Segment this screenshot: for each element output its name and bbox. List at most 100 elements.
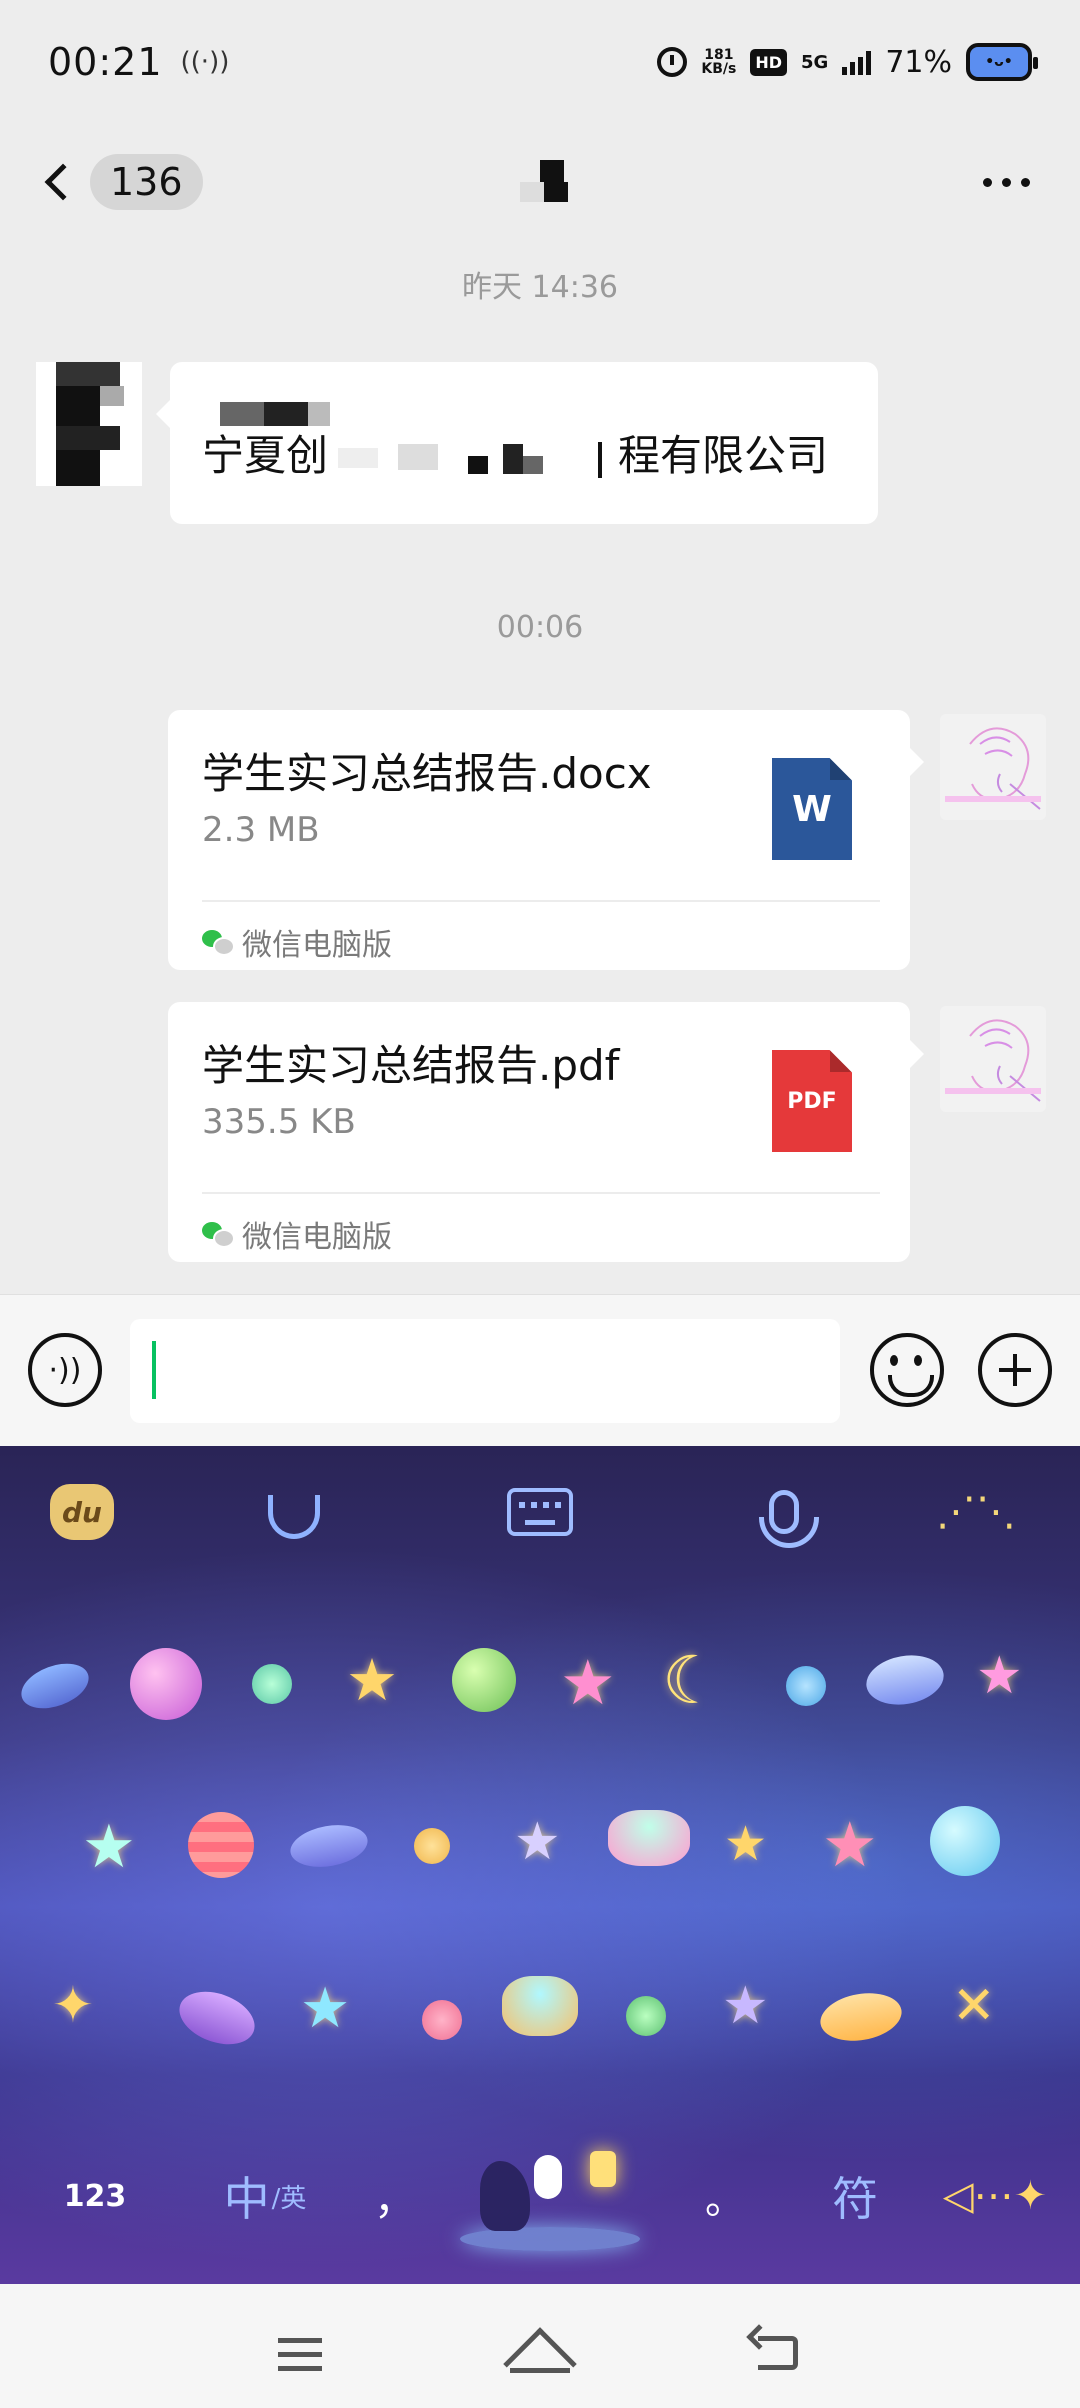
star-sticker[interactable]: ★ bbox=[346, 1646, 398, 1714]
pdf-doc-icon: PDF bbox=[772, 1050, 852, 1152]
key-language-switch[interactable]: 中 /英 bbox=[210, 2156, 320, 2236]
star-sticker[interactable]: ★ bbox=[300, 1976, 350, 2041]
key-lang-sub: /英 bbox=[271, 2183, 307, 2214]
my-avatar[interactable] bbox=[940, 1006, 1046, 1112]
emoji-button[interactable] bbox=[870, 1333, 944, 1407]
keyboard-emoji-button[interactable] bbox=[258, 1476, 330, 1548]
nav-menu-button[interactable] bbox=[260, 2324, 340, 2384]
message-input-bar: ·)) bbox=[0, 1294, 1080, 1446]
file-message-card[interactable]: 学生实习总结报告.pdf 335.5 KB PDF 微信电脑版 bbox=[168, 1002, 924, 1262]
system-nav-bar bbox=[0, 2284, 1080, 2408]
star-sticker[interactable]: ★ bbox=[514, 1812, 561, 1872]
planet-sticker[interactable] bbox=[626, 1996, 666, 2036]
keyboard-skin-button[interactable]: ⋰⋱ bbox=[936, 1476, 1016, 1548]
planet-sticker[interactable] bbox=[287, 1819, 371, 1873]
planet-sticker[interactable] bbox=[816, 1987, 906, 2047]
net-speed-unit: KB/s bbox=[701, 61, 737, 77]
planet-sticker[interactable] bbox=[414, 1828, 450, 1864]
keyboard-bottom-row: 123 中 /英 ， 。 符 ◁⋯✦ bbox=[0, 2126, 1080, 2284]
space-key-illustration bbox=[450, 2141, 650, 2251]
keyboard-voice-button[interactable] bbox=[748, 1476, 820, 1548]
message-text-end: 程有限公司 bbox=[618, 431, 829, 480]
key-delete[interactable]: ◁⋯✦ bbox=[940, 2156, 1050, 2236]
file-source: 微信电脑版 bbox=[202, 1212, 392, 1256]
message-timestamp: 00:06 bbox=[496, 610, 584, 645]
status-time: 00:21 bbox=[48, 40, 163, 84]
planet-sticker[interactable] bbox=[862, 1649, 948, 1711]
net-speed: 181 KB/s bbox=[701, 48, 736, 76]
key-comma[interactable]: ， bbox=[360, 2156, 430, 2236]
keyboard-switch-button[interactable] bbox=[504, 1476, 576, 1548]
microphone-icon bbox=[759, 1490, 819, 1548]
delete-constellation-icon: ◁⋯✦ bbox=[942, 2173, 1048, 2219]
message-input[interactable] bbox=[130, 1319, 840, 1423]
keyboard-logo-button[interactable]: du bbox=[46, 1476, 118, 1548]
message-timestamp: 昨天 14:36 bbox=[462, 270, 618, 305]
planet-sticker[interactable] bbox=[422, 2000, 462, 2040]
planet-sticker[interactable] bbox=[452, 1648, 516, 1712]
sticker-grid: ★ ★ ☾ ★ ★ ★ ★ ★ ✦ ★ ★ ✕ bbox=[0, 1576, 1080, 2096]
back-button[interactable]: 136 bbox=[40, 154, 203, 210]
file-message-card[interactable]: 学生实习总结报告.docx 2.3 MB W 微信电脑版 bbox=[168, 710, 924, 970]
key-123[interactable]: 123 bbox=[40, 2156, 150, 2236]
alarm-icon bbox=[657, 47, 688, 77]
ufo-sticker[interactable] bbox=[608, 1810, 690, 1866]
planet-sticker[interactable] bbox=[930, 1806, 1000, 1876]
star-sticker[interactable]: ★ bbox=[822, 1808, 878, 1881]
file-size: 2.3 MB bbox=[202, 810, 320, 850]
key-period[interactable]: 。 bbox=[690, 2156, 760, 2236]
my-avatar[interactable] bbox=[940, 714, 1046, 820]
text-caret bbox=[152, 1341, 156, 1399]
received-message-bubble[interactable]: 宁夏创 程有限公司 bbox=[156, 362, 878, 524]
battery-percent: 71% bbox=[885, 44, 952, 80]
received-message-text: 宁夏创 程有限公司 bbox=[202, 422, 848, 483]
ime-keyboard: du ⋰⋱ ★ ★ ☾ ★ ★ ★ ★ ★ ✦ ★ ★ ✕ 123 中 /英 ，… bbox=[0, 1446, 1080, 2284]
keyboard-icon bbox=[507, 1488, 573, 1536]
word-doc-icon: W bbox=[772, 758, 852, 860]
star-sticker[interactable]: ★ bbox=[560, 1646, 616, 1719]
planet-sticker[interactable] bbox=[252, 1664, 292, 1704]
keyboard-toolbar: du ⋰⋱ bbox=[0, 1446, 1080, 1576]
wechat-icon bbox=[202, 1222, 235, 1248]
more-button[interactable] bbox=[973, 168, 1040, 197]
du-logo-icon: du bbox=[50, 1484, 114, 1540]
file-source: 微信电脑版 bbox=[202, 920, 392, 964]
star-sticker[interactable]: ★ bbox=[976, 1646, 1023, 1706]
constellation-sticker[interactable]: ✦ bbox=[52, 1976, 94, 2034]
star-sticker[interactable]: ★ bbox=[722, 1976, 769, 2036]
nav-back-button[interactable] bbox=[740, 2324, 820, 2384]
voice-icon: ·)) bbox=[48, 1352, 82, 1388]
constellation-icon: ⋰⋱ bbox=[936, 1489, 1016, 1535]
planet-sticker[interactable] bbox=[15, 1655, 95, 1717]
moon-sticker[interactable]: ☾ bbox=[662, 1642, 721, 1719]
unread-count-badge: 136 bbox=[90, 154, 203, 210]
planet-sticker[interactable] bbox=[130, 1648, 202, 1720]
divider bbox=[202, 1192, 880, 1194]
planet-sticker[interactable] bbox=[786, 1666, 826, 1706]
file-name: 学生实习总结报告.docx bbox=[202, 749, 652, 798]
key-symbol[interactable]: 符 bbox=[800, 2156, 910, 2236]
planet-sticker[interactable] bbox=[188, 1812, 254, 1878]
file-source-label: 微信电脑版 bbox=[242, 1220, 392, 1255]
signal-icon bbox=[842, 49, 872, 75]
voice-input-button[interactable]: ·)) bbox=[28, 1333, 102, 1407]
redacted-segment bbox=[328, 438, 618, 480]
key-space[interactable] bbox=[440, 2136, 660, 2256]
constellation-sticker[interactable]: ✕ bbox=[952, 1976, 996, 2036]
more-functions-button[interactable] bbox=[978, 1333, 1052, 1407]
ufo-sticker[interactable] bbox=[502, 1976, 578, 2036]
file-source-label: 微信电脑版 bbox=[242, 928, 392, 963]
more-dots-icon bbox=[983, 177, 992, 187]
status-indicators: 181 KB/s HD 5G 71% •ᴗ• bbox=[657, 43, 1038, 81]
status-bar: 00:21 ((·)) 181 KB/s HD 5G 71% •ᴗ• bbox=[0, 0, 1080, 124]
file-size: 335.5 KB bbox=[202, 1102, 356, 1142]
wechat-icon bbox=[202, 930, 235, 956]
vibrate-icon: ((·)) bbox=[180, 47, 230, 77]
nav-home-button[interactable] bbox=[500, 2324, 580, 2401]
contact-avatar[interactable] bbox=[36, 362, 142, 486]
battery-icon: •ᴗ• bbox=[966, 43, 1038, 81]
file-name: 学生实习总结报告.pdf bbox=[202, 1041, 620, 1090]
star-sticker[interactable]: ★ bbox=[82, 1812, 136, 1882]
star-sticker[interactable]: ★ bbox=[724, 1816, 767, 1872]
planet-sticker[interactable] bbox=[172, 1982, 262, 2054]
